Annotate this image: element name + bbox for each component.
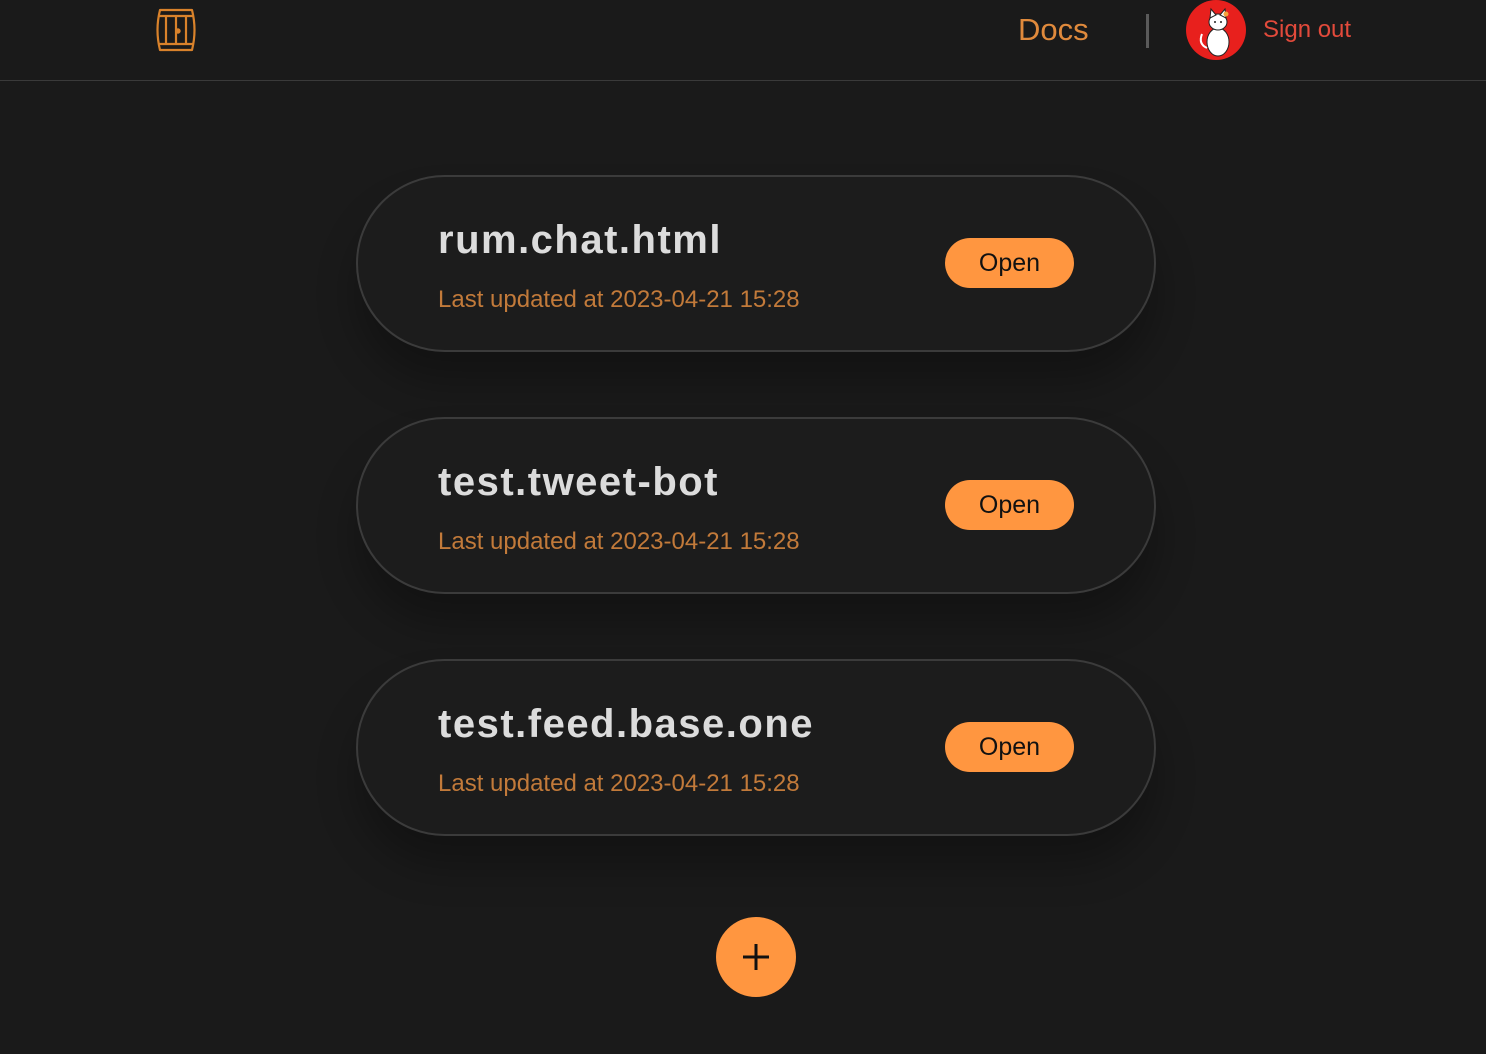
project-name: rum.chat.html xyxy=(438,218,722,262)
barrel-logo-icon[interactable] xyxy=(154,6,198,54)
sign-out-link[interactable]: Sign out xyxy=(1263,15,1351,45)
open-project-button[interactable]: Open xyxy=(945,480,1074,530)
project-updated-time: Last updated at 2023-04-21 15:28 xyxy=(438,770,800,797)
project-name: test.feed.base.one xyxy=(438,702,815,746)
docs-link[interactable]: Docs xyxy=(1018,12,1089,48)
plus-icon xyxy=(743,944,769,970)
project-name: test.tweet-bot xyxy=(438,460,719,504)
project-updated-time: Last updated at 2023-04-21 15:28 xyxy=(438,528,800,555)
add-project-button[interactable] xyxy=(716,917,796,997)
project-card: test.feed.base.one Last updated at 2023-… xyxy=(356,659,1156,836)
nav-divider xyxy=(1146,14,1149,48)
top-navigation-bar: Docs Sign out xyxy=(0,0,1486,81)
cat-avatar-icon xyxy=(1199,7,1230,57)
open-project-button[interactable]: Open xyxy=(945,722,1074,772)
user-avatar[interactable] xyxy=(1186,0,1246,60)
project-updated-time: Last updated at 2023-04-21 15:28 xyxy=(438,286,800,313)
project-card: rum.chat.html Last updated at 2023-04-21… xyxy=(356,175,1156,352)
open-project-button[interactable]: Open xyxy=(945,238,1074,288)
project-card: test.tweet-bot Last updated at 2023-04-2… xyxy=(356,417,1156,594)
